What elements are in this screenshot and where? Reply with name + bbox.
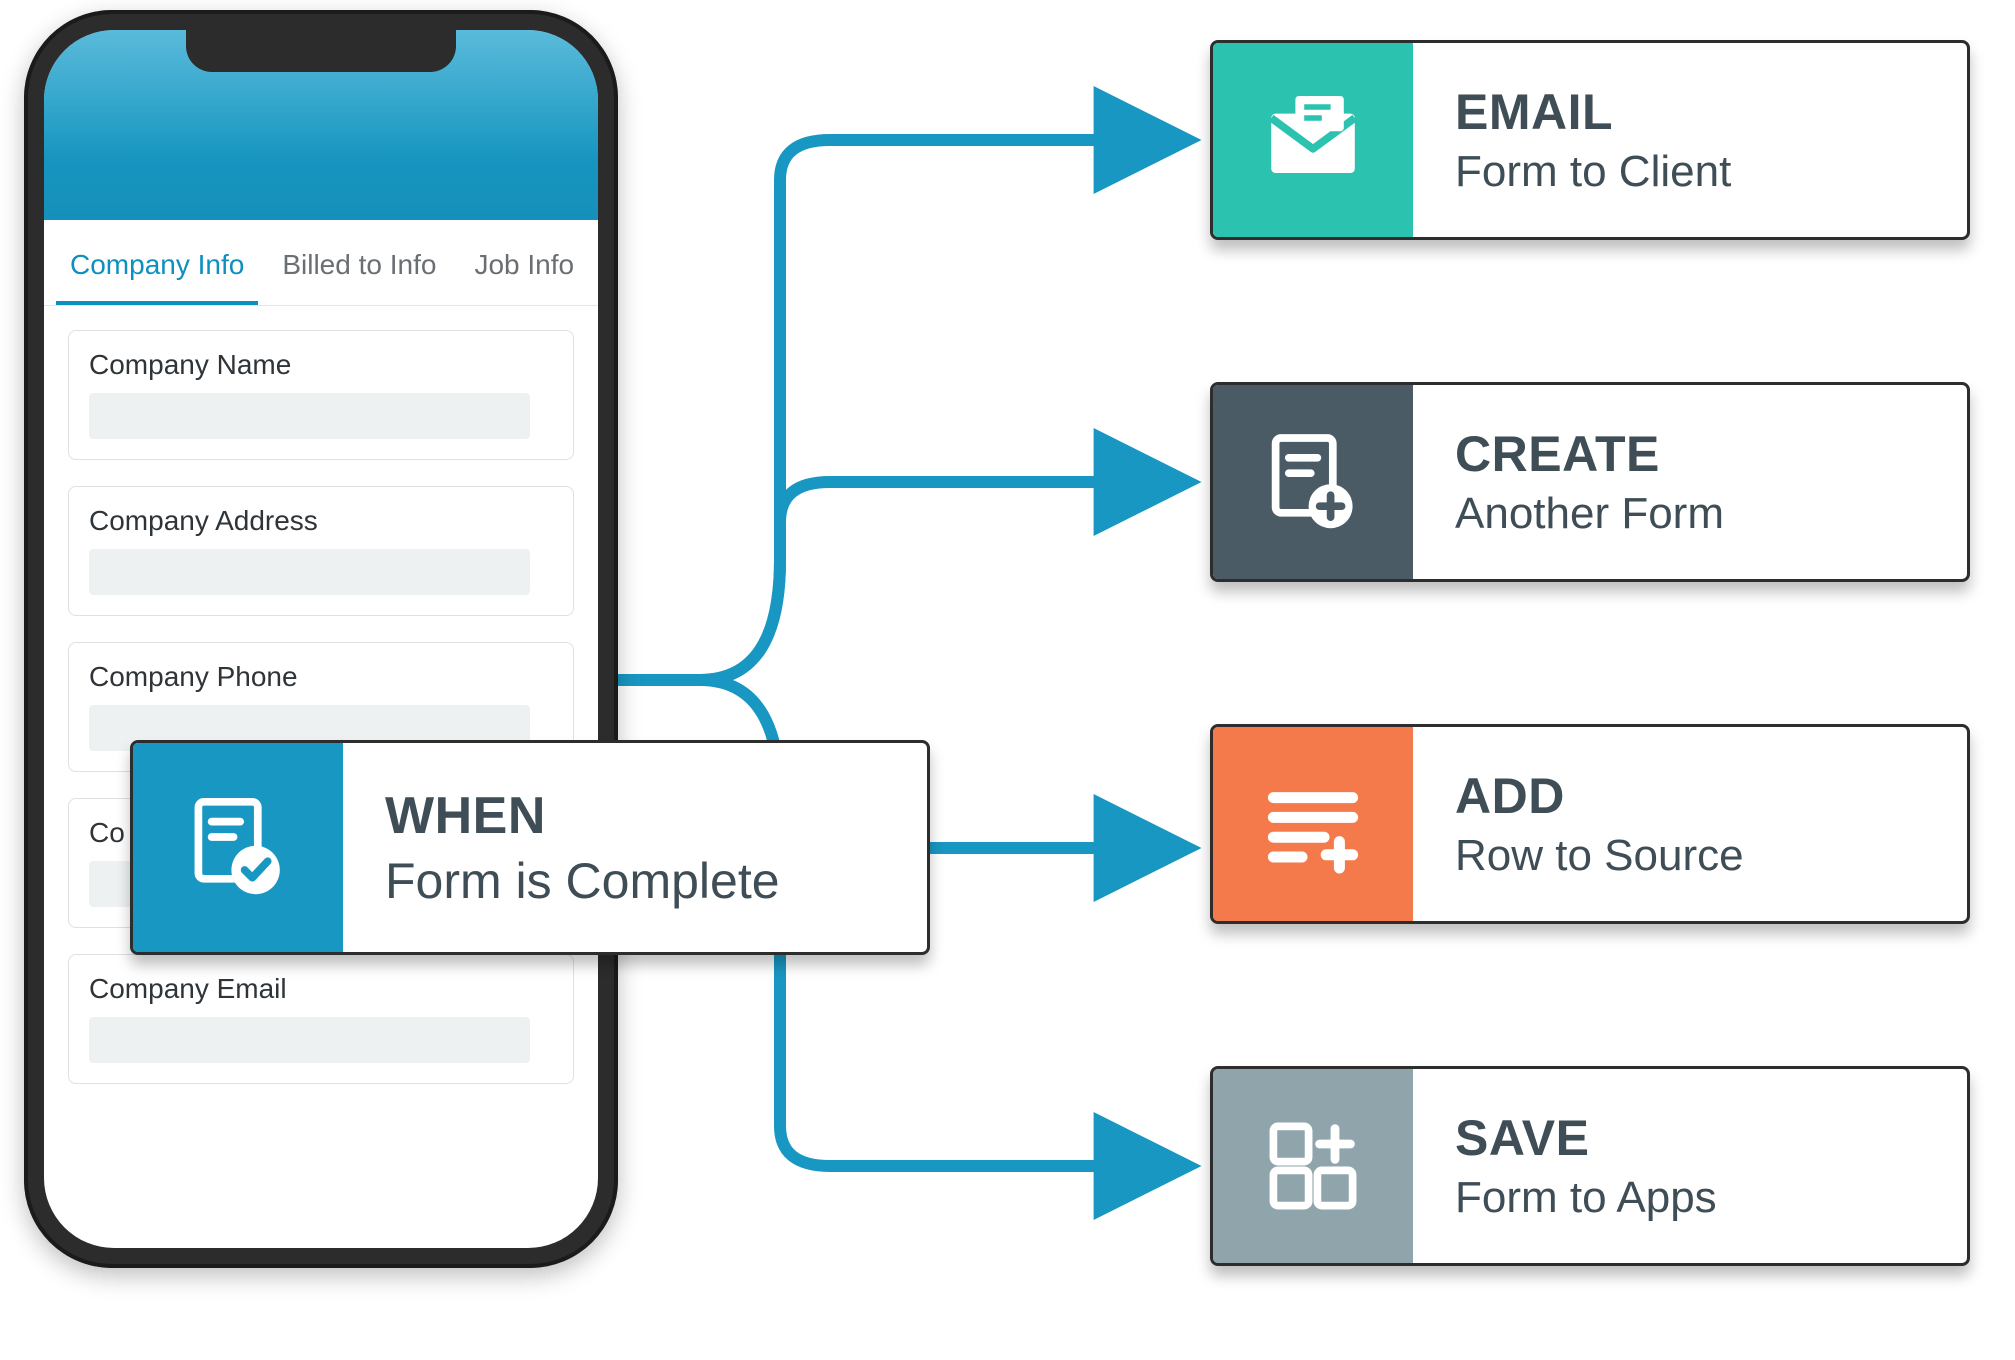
apps-grid-plus-icon — [1213, 1069, 1413, 1263]
action-title: CREATE — [1455, 425, 1731, 483]
trigger-sub: Form is Complete — [385, 852, 780, 910]
action-email[interactable]: EMAIL Form to Client — [1210, 40, 1970, 240]
action-add[interactable]: ADD Row to Source — [1210, 724, 1970, 924]
phone-notch — [186, 30, 456, 72]
document-check-icon — [133, 743, 343, 952]
row-plus-icon — [1213, 727, 1413, 921]
tab-job-info[interactable]: Job Info — [460, 223, 588, 305]
field-label: Company Phone — [89, 661, 553, 693]
field-company-address[interactable]: Company Address — [68, 486, 574, 616]
field-company-email[interactable]: Company Email — [68, 954, 574, 1084]
tab-bar: Company Info Billed to Info Job Info — [44, 220, 598, 306]
tab-company-info[interactable]: Company Info — [56, 223, 258, 305]
text-input[interactable] — [89, 549, 530, 595]
action-sub: Row to Source — [1455, 831, 1744, 881]
field-label: Company Name — [89, 349, 553, 381]
action-sub: Form to Client — [1455, 147, 1731, 197]
action-save[interactable]: SAVE Form to Apps — [1210, 1066, 1970, 1266]
email-icon — [1213, 43, 1413, 237]
tab-billed-to-info[interactable]: Billed to Info — [268, 223, 450, 305]
field-label: Company Email — [89, 973, 553, 1005]
action-sub: Form to Apps — [1455, 1173, 1731, 1223]
field-label: Company Address — [89, 505, 553, 537]
phone-mockup: Company Info Billed to Info Job Info Com… — [24, 10, 618, 1268]
text-input[interactable] — [89, 393, 530, 439]
action-title: SAVE — [1455, 1109, 1731, 1167]
text-input[interactable] — [89, 1017, 530, 1063]
trigger-card[interactable]: WHEN Form is Complete — [130, 740, 930, 955]
trigger-title: WHEN — [385, 786, 780, 846]
action-title: ADD — [1455, 767, 1744, 825]
document-plus-icon — [1213, 385, 1413, 579]
action-title: EMAIL — [1455, 83, 1731, 141]
field-company-name[interactable]: Company Name — [68, 330, 574, 460]
form-area: Company Name Company Address Company Pho… — [44, 306, 598, 1134]
action-create[interactable]: CREATE Another Form — [1210, 382, 1970, 582]
action-sub: Another Form — [1455, 489, 1731, 539]
